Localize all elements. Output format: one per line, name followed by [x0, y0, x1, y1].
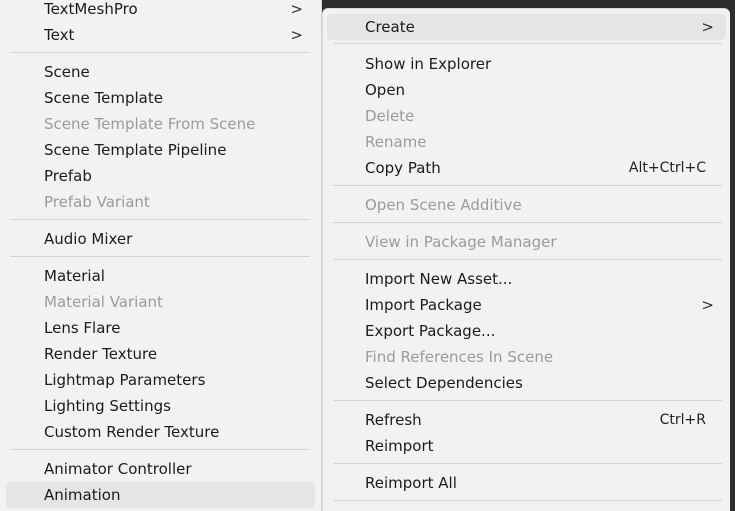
- menu-separator: [333, 400, 722, 401]
- menu-separator: [10, 52, 310, 53]
- menu-item-audio-mixer[interactable]: Audio Mixer: [6, 226, 315, 252]
- menu-item-label: Copy Path: [365, 159, 441, 177]
- menu-item-select-dependencies[interactable]: Select Dependencies: [327, 370, 726, 396]
- menu-separator: [10, 219, 310, 220]
- menu-item-label: View in Package Manager: [365, 233, 557, 251]
- menu-item-label: Text: [44, 26, 75, 44]
- menu-item-material-variant: Material Variant: [6, 289, 315, 315]
- project-context-menu: Create > Show in Explorer Open Delete Re…: [322, 8, 730, 511]
- menu-item-label: Lighting Settings: [44, 397, 171, 415]
- menu-item-animator-controller[interactable]: Animator Controller: [6, 456, 315, 482]
- menu-item-label: Show in Explorer: [365, 55, 492, 73]
- menu-item-label: Select Dependencies: [365, 374, 523, 392]
- menu-item-label: Animator Controller: [44, 460, 192, 478]
- menu-item-copy-path[interactable]: Copy Path Alt+Ctrl+C: [327, 155, 726, 181]
- menu-item-lighting-settings[interactable]: Lighting Settings: [6, 393, 315, 419]
- menu-item-text[interactable]: Text >: [6, 22, 315, 48]
- menu-item-label: Scene Template Pipeline: [44, 141, 227, 159]
- menu-item-scene-template-pipeline[interactable]: Scene Template Pipeline: [6, 137, 315, 163]
- menu-item-open[interactable]: Open: [327, 77, 726, 103]
- menu-separator: [333, 500, 722, 501]
- menu-item-delete: Delete: [327, 103, 726, 129]
- menu-item-label: Open: [365, 81, 406, 99]
- menu-item-label: Material: [44, 267, 105, 285]
- menu-item-lightmap-parameters[interactable]: Lightmap Parameters: [6, 367, 315, 393]
- chevron-right-icon: >: [701, 18, 714, 36]
- menu-item-label: Open Scene Additive: [365, 196, 522, 214]
- menu-item-label: Delete: [365, 107, 415, 125]
- menu-item-export-package[interactable]: Export Package...: [327, 318, 726, 344]
- menu-item-refresh[interactable]: Refresh Ctrl+R: [327, 407, 726, 433]
- menu-separator: [333, 185, 722, 186]
- menu-item-label: Reimport: [365, 437, 434, 455]
- menu-item-prefab-variant: Prefab Variant: [6, 189, 315, 215]
- menu-item-find-references-in-scene: Find References In Scene: [327, 344, 726, 370]
- menu-item-scene[interactable]: Scene: [6, 59, 315, 85]
- menu-item-label: Prefab: [44, 167, 92, 185]
- menu-item-label: Lightmap Parameters: [44, 371, 206, 389]
- menu-item-rename: Rename: [327, 129, 726, 155]
- menu-item-label: Reimport All: [365, 474, 457, 492]
- menu-item-scene-template[interactable]: Scene Template: [6, 85, 315, 111]
- menu-item-label: Refresh: [365, 411, 422, 429]
- menu-item-label: Import Package: [365, 296, 482, 314]
- menu-separator: [333, 463, 722, 464]
- menu-separator: [333, 222, 722, 223]
- shortcut-label: Alt+Ctrl+C: [628, 160, 706, 176]
- menu-item-scene-template-from-scene: Scene Template From Scene: [6, 111, 315, 137]
- menu-item-view-in-package-manager: View in Package Manager: [327, 229, 726, 255]
- create-submenu: TextMeshPro > Text > Scene Scene Templat…: [0, 0, 322, 511]
- menu-item-lens-flare[interactable]: Lens Flare: [6, 315, 315, 341]
- menu-item-animation[interactable]: Animation: [6, 482, 315, 508]
- menu-item-label: Custom Render Texture: [44, 423, 220, 441]
- menu-item-import-new-asset[interactable]: Import New Asset...: [327, 266, 726, 292]
- menu-item-render-texture[interactable]: Render Texture: [6, 341, 315, 367]
- menu-item-open-scene-additive: Open Scene Additive: [327, 192, 726, 218]
- menu-item-label: TextMeshPro: [44, 0, 138, 18]
- menu-separator: [10, 256, 310, 257]
- menu-item-textmeshpro[interactable]: TextMeshPro >: [6, 0, 315, 22]
- menu-item-custom-render-texture[interactable]: Custom Render Texture: [6, 419, 315, 445]
- menu-item-show-in-explorer[interactable]: Show in Explorer: [327, 51, 726, 77]
- menu-item-label: Scene Template: [44, 89, 163, 107]
- menu-item-material[interactable]: Material: [6, 263, 315, 289]
- menu-item-label: Export Package...: [365, 322, 496, 340]
- menu-item-label: Render Texture: [44, 345, 158, 363]
- menu-item-prefab[interactable]: Prefab: [6, 163, 315, 189]
- shortcut-label: Ctrl+R: [659, 412, 706, 428]
- menu-item-reimport-all[interactable]: Reimport All: [327, 470, 726, 496]
- menu-item-label: Import New Asset...: [365, 270, 513, 288]
- chevron-right-icon: >: [290, 26, 303, 44]
- menu-item-label: Rename: [365, 133, 427, 151]
- menu-item-label: Material Variant: [44, 293, 163, 311]
- menu-item-label: Lens Flare: [44, 319, 121, 337]
- menu-item-label: Animation: [44, 486, 121, 504]
- menu-item-import-package[interactable]: Import Package >: [327, 292, 726, 318]
- menu-item-label: Prefab Variant: [44, 193, 150, 211]
- menu-item-label: Create: [365, 18, 415, 36]
- menu-separator: [333, 43, 722, 44]
- menu-item-label: Find References In Scene: [365, 348, 554, 366]
- menu-item-label: Audio Mixer: [44, 230, 133, 248]
- menu-separator: [10, 449, 310, 450]
- menu-item-label: Scene: [44, 63, 90, 81]
- menu-separator: [333, 259, 722, 260]
- menu-item-create[interactable]: Create >: [327, 14, 726, 40]
- menu-item-reimport[interactable]: Reimport: [327, 433, 726, 459]
- chevron-right-icon: >: [290, 0, 303, 18]
- menu-item-label: Scene Template From Scene: [44, 115, 256, 133]
- chevron-right-icon: >: [701, 296, 714, 314]
